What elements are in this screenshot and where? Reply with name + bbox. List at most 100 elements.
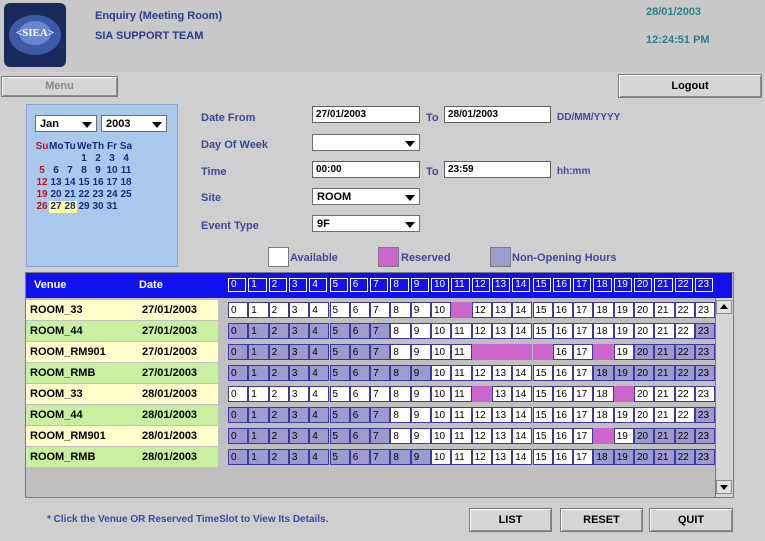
calendar-day[interactable]: 12 <box>35 177 49 189</box>
calendar-day[interactable]: 27 <box>49 201 63 213</box>
hour-header-cell: 0 <box>228 278 247 292</box>
calendar-day[interactable]: 22 <box>77 189 91 201</box>
date-from-label: Date From <box>201 112 256 124</box>
calendar-day[interactable]: 21 <box>63 189 77 201</box>
calendar: Jan 2003 Su Mo Tu We Th Fr Sa 1234567891… <box>26 104 178 267</box>
calendar-day[interactable]: 14 <box>63 177 77 189</box>
logout-button[interactable]: Logout <box>618 74 762 98</box>
timeslot-available: 11 <box>451 407 472 423</box>
team-name: SIA SUPPORT TEAM <box>95 30 204 42</box>
timeslot-available: 10 <box>431 344 452 360</box>
calendar-day[interactable]: 26 <box>35 201 49 213</box>
site-select[interactable]: ROOM <box>312 188 420 205</box>
calendar-day[interactable]: 6 <box>49 165 63 177</box>
hour-header-cell: 2 <box>268 278 287 292</box>
calendar-day[interactable]: 10 <box>105 165 119 177</box>
calendar-day[interactable]: 4 <box>119 153 133 165</box>
timeslot-non-opening: 18 <box>593 365 614 381</box>
calendar-day[interactable]: 30 <box>91 201 105 213</box>
calendar-day[interactable]: 1 <box>77 153 91 165</box>
timeslot-reserved[interactable] <box>471 386 492 402</box>
date-to-input[interactable]: 28/01/2003 <box>444 106 551 123</box>
year-select[interactable]: 2003 <box>101 115 167 132</box>
venue-cell[interactable]: ROOM_44 28/01/2003 <box>26 405 218 425</box>
timeslot-reserved[interactable] <box>593 344 614 360</box>
venue-header: Venue <box>34 279 67 291</box>
calendar-day[interactable]: 29 <box>77 201 91 213</box>
calendar-day[interactable]: 17 <box>105 177 119 189</box>
timeslot-available: 13 <box>491 428 513 444</box>
weekday: Fr <box>107 141 117 152</box>
timeslot-available: 0 <box>228 386 249 402</box>
timeslot-available: 15 <box>532 323 553 339</box>
timeslot-available: 14 <box>512 407 533 423</box>
timeslot-reserved[interactable] <box>451 302 472 318</box>
timeslot-non-opening: 2 <box>268 323 289 339</box>
calendar-day[interactable]: 18 <box>119 177 133 189</box>
month-select[interactable]: Jan <box>35 115 97 132</box>
venue-cell[interactable]: ROOM_44 27/01/2003 <box>26 321 218 341</box>
timeslot-available: 16 <box>552 449 574 465</box>
event-type-select[interactable]: 9F <box>312 215 420 232</box>
timeslot-reserved[interactable] <box>512 344 533 360</box>
calendar-day[interactable]: 13 <box>49 177 63 189</box>
timeslot-available: 9 <box>410 407 431 423</box>
calendar-day[interactable]: 2 <box>91 153 105 165</box>
menu-button[interactable]: Menu <box>1 76 118 97</box>
timeslot-available: 23 <box>694 302 716 318</box>
calendar-day[interactable]: 28 <box>63 201 77 213</box>
list-button[interactable]: LIST <box>469 508 552 532</box>
venue-cell[interactable]: ROOM_RMB 27/01/2003 <box>26 363 218 383</box>
calendar-day[interactable]: 31 <box>105 201 119 213</box>
calendar-day[interactable]: 8 <box>77 165 91 177</box>
page-title: Enquiry (Meeting Room) <box>95 10 223 22</box>
calendar-day[interactable]: 7 <box>63 165 77 177</box>
timeslot-reserved[interactable] <box>491 344 513 360</box>
timeslot-reserved[interactable] <box>613 386 634 402</box>
calendar-day[interactable]: 24 <box>105 189 119 201</box>
venue-cell[interactable]: ROOM_33 28/01/2003 <box>26 384 218 404</box>
scroll-down-button[interactable] <box>716 480 732 494</box>
venue-cell[interactable]: ROOM_RMB 28/01/2003 <box>26 447 218 467</box>
calendar-day[interactable]: 25 <box>119 189 133 201</box>
vertical-scrollbar[interactable] <box>715 298 733 497</box>
timeslot-reserved[interactable] <box>471 344 492 360</box>
time-to-input[interactable]: 23:59 <box>444 161 551 178</box>
date-from-input[interactable]: 27/01/2003 <box>312 106 420 123</box>
timeslot-available: 17 <box>573 365 594 381</box>
calendar-day[interactable]: 23 <box>91 189 105 201</box>
timeslot-non-opening: 2 <box>268 344 289 360</box>
timeslot-available: 14 <box>512 365 533 381</box>
venue-cell[interactable]: ROOM_33 27/01/2003 <box>26 300 218 320</box>
day-of-week-select[interactable] <box>312 134 420 151</box>
timeslot-non-opening: 21 <box>654 365 675 381</box>
scroll-up-button[interactable] <box>716 300 732 314</box>
venue-cell[interactable]: ROOM_RM901 28/01/2003 <box>26 426 218 446</box>
timeslot-available: 11 <box>451 386 472 402</box>
time-format-hint: hh:mm <box>557 166 591 177</box>
venue-name: ROOM_RM901 <box>30 346 106 358</box>
timeslot-reserved[interactable] <box>532 344 553 360</box>
quit-button[interactable]: QUIT <box>649 508 733 532</box>
reset-button[interactable]: RESET <box>560 508 643 532</box>
timeslot-available: 14 <box>512 449 533 465</box>
calendar-day[interactable]: 15 <box>77 177 91 189</box>
calendar-day[interactable]: 20 <box>49 189 63 201</box>
calendar-day[interactable]: 5 <box>35 165 49 177</box>
time-from-input[interactable]: 00:00 <box>312 161 420 178</box>
timeslot-non-opening: 2 <box>268 449 289 465</box>
timeslot-available: 8 <box>390 344 411 360</box>
calendar-day[interactable]: 9 <box>91 165 105 177</box>
calendar-day[interactable]: 19 <box>35 189 49 201</box>
timeslot-available: 17 <box>573 302 594 318</box>
timeslot-available: 18 <box>593 302 614 318</box>
hour-header-cell: 17 <box>573 278 592 292</box>
venue-cell[interactable]: ROOM_RM901 27/01/2003 <box>26 342 218 362</box>
calendar-day[interactable]: 11 <box>119 165 133 177</box>
calendar-day[interactable]: 3 <box>105 153 119 165</box>
venue-date: 27/01/2003 <box>142 346 198 358</box>
calendar-day[interactable]: 16 <box>91 177 105 189</box>
calendar-empty-cell <box>119 201 133 213</box>
timeslot-reserved[interactable] <box>593 428 614 444</box>
timeslot-non-opening: 1 <box>248 365 269 381</box>
